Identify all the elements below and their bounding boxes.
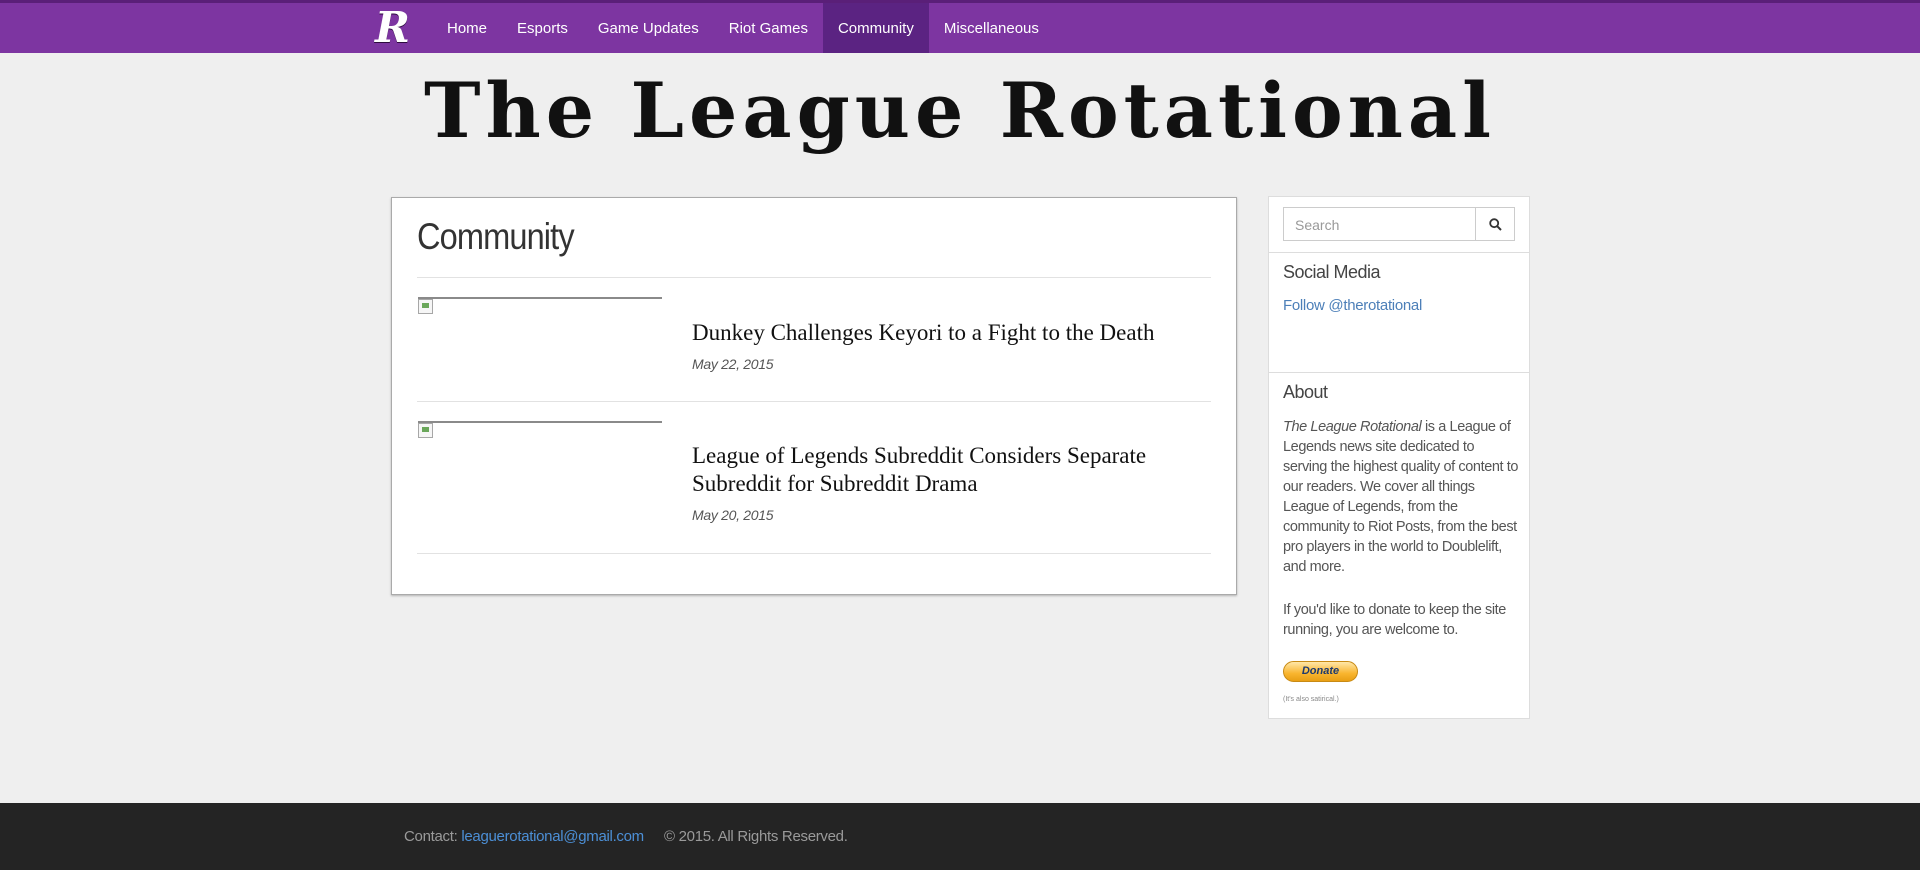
nav-item-community[interactable]: Community xyxy=(822,3,929,53)
donate-text: If you'd like to donate to keep the site… xyxy=(1283,602,1506,638)
contact-email-link[interactable]: leaguerotational@gmail.com xyxy=(461,828,644,845)
broken-image-icon xyxy=(418,423,433,438)
sidebar: Search Social Media Follow @therotationa… xyxy=(1268,196,1530,719)
article-thumbnail[interactable] xyxy=(418,421,662,438)
footer-contact: Contact: leaguerotational@gmail.com xyxy=(404,828,644,845)
sidebar-divider xyxy=(1269,252,1529,253)
article-date: May 22, 2015 xyxy=(692,356,774,372)
top-navbar: R Home Esports Game Updates Riot Games C… xyxy=(0,0,1920,53)
twitter-follow-link[interactable]: Follow @therotational xyxy=(1283,297,1422,314)
social-media-heading: Social Media xyxy=(1283,262,1381,282)
search-input[interactable]: Search xyxy=(1283,207,1475,241)
nav-item-game-updates[interactable]: Game Updates xyxy=(583,3,714,53)
about-body: is a League of Legends news site dedicat… xyxy=(1283,419,1519,575)
article-thumbnail[interactable] xyxy=(418,297,662,314)
nav-item-riot-games[interactable]: Riot Games xyxy=(714,3,823,53)
about-text: The League Rotational is a League of Leg… xyxy=(1283,417,1519,577)
article-title[interactable]: League of Legends Subreddit Considers Se… xyxy=(692,442,1202,498)
page-footer: Contact: leaguerotational@gmail.com © 20… xyxy=(0,803,1920,870)
nav-item-miscellaneous[interactable]: Miscellaneous xyxy=(929,3,1054,53)
nav-container: R Home Esports Game Updates Riot Games C… xyxy=(368,3,1054,53)
satirical-note: (It's also satirical.) xyxy=(1283,696,1339,703)
nav-item-home[interactable]: Home xyxy=(432,3,502,53)
title-divider xyxy=(417,277,1211,278)
article-date: May 20, 2015 xyxy=(692,507,774,523)
article-divider xyxy=(417,401,1211,402)
about-site-name: The League Rotational xyxy=(1283,419,1422,435)
brand-logo[interactable]: R xyxy=(368,3,432,53)
article-divider xyxy=(417,553,1211,554)
nav-item-esports[interactable]: Esports xyxy=(502,3,583,53)
site-masthead: The League Rotational xyxy=(423,66,1497,155)
search-button[interactable] xyxy=(1475,207,1515,241)
main-content-panel: Community Dunkey Challenges Keyori to a … xyxy=(391,197,1237,595)
page-title: Community xyxy=(417,216,575,257)
broken-image-icon xyxy=(418,299,433,314)
sidebar-divider xyxy=(1269,372,1529,373)
donate-button[interactable]: Donate xyxy=(1283,661,1358,682)
about-heading: About xyxy=(1283,382,1328,402)
search-icon xyxy=(1488,217,1502,231)
footer-copyright: © 2015. All Rights Reserved. xyxy=(664,828,848,845)
article-title[interactable]: Dunkey Challenges Keyori to a Fight to t… xyxy=(692,319,1202,347)
contact-label: Contact: xyxy=(404,828,462,845)
